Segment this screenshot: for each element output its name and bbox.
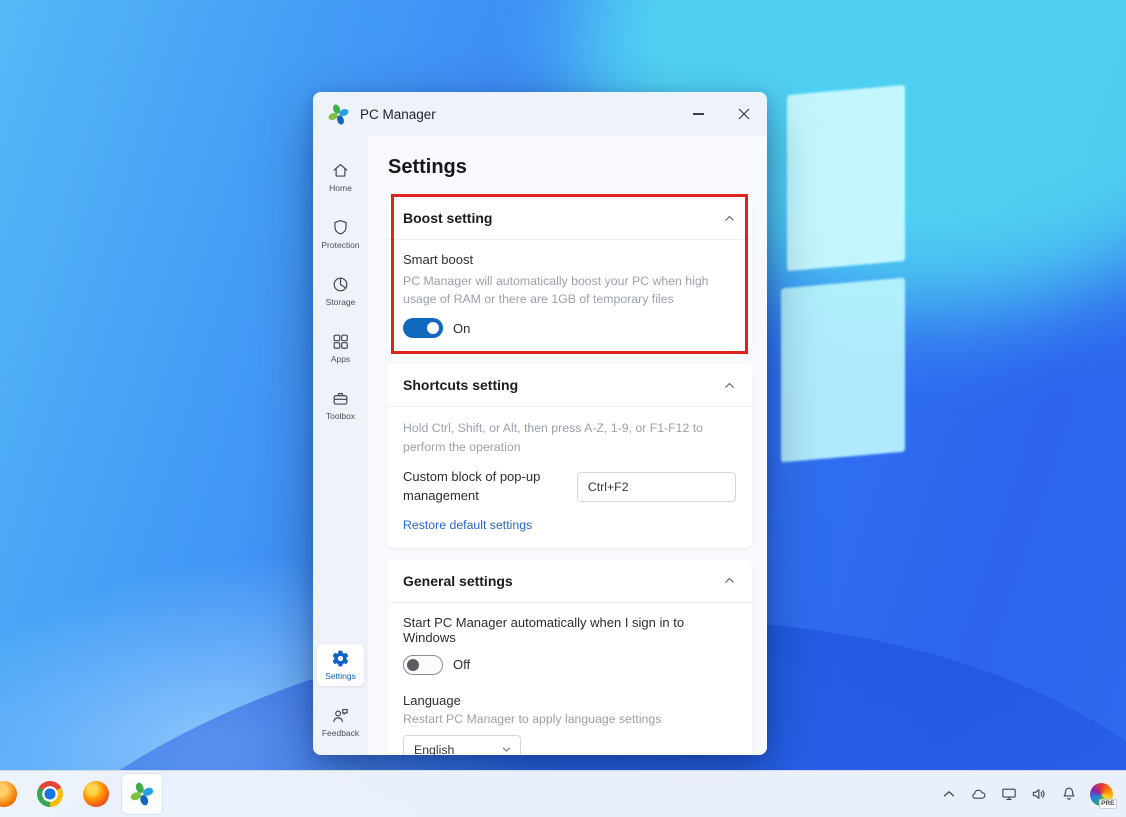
autostart-label: Start PC Manager automatically when I si… — [403, 615, 736, 645]
sidebar-item-label: Settings — [325, 671, 356, 681]
shortcut-input[interactable]: Ctrl+F2 — [577, 472, 736, 502]
home-icon — [331, 161, 350, 180]
sidebar-item-storage[interactable]: Storage — [317, 270, 364, 312]
desktop: PC Manager — [0, 0, 1126, 817]
tray-network[interactable] — [998, 784, 1019, 805]
settings-page: Settings Boost setting Smart boost PC Ma… — [368, 136, 767, 755]
smart-boost-toggle[interactable] — [403, 318, 443, 338]
taskbar-firefox[interactable] — [76, 774, 116, 814]
shortcuts-card-title: Shortcuts setting — [403, 377, 518, 393]
network-icon — [1000, 785, 1018, 803]
titlebar: PC Manager — [313, 92, 767, 136]
chevron-up-icon — [940, 785, 958, 803]
toggle-knob — [407, 659, 419, 671]
taskbar: PRE — [0, 770, 1126, 817]
shortcuts-card-header[interactable]: Shortcuts setting — [387, 364, 752, 406]
sidebar: Home Protection Storage — [313, 136, 368, 755]
taskbar-apps — [0, 774, 162, 814]
general-card-title: General settings — [403, 573, 513, 589]
general-card-body: Start PC Manager automatically when I si… — [387, 603, 752, 755]
general-settings-card: General settings Start PC Manager automa… — [387, 560, 752, 755]
chevron-up-icon[interactable] — [723, 212, 736, 225]
system-tray: PRE — [938, 781, 1126, 807]
pc-manager-icon — [129, 781, 155, 807]
minimize-button[interactable] — [675, 92, 721, 136]
tray-notifications[interactable] — [1058, 784, 1079, 805]
gear-icon — [331, 649, 350, 668]
sidebar-item-label: Protection — [321, 240, 359, 250]
chrome-icon — [37, 781, 63, 807]
pre-badge: PRE — [1099, 799, 1117, 809]
sidebar-item-apps[interactable]: Apps — [317, 327, 364, 369]
taskbar-partial-app[interactable] — [0, 774, 24, 814]
sidebar-item-home[interactable]: Home — [317, 156, 364, 198]
shortcuts-card-body: Hold Ctrl, Shift, or Alt, then press A-Z… — [387, 407, 752, 548]
boost-setting-card: Boost setting Smart boost PC Manager wil… — [387, 197, 752, 352]
window-title: PC Manager — [360, 107, 436, 122]
window-body: Home Protection Storage — [313, 136, 767, 755]
close-icon — [738, 108, 750, 120]
storage-icon — [331, 275, 350, 294]
firefox-icon — [83, 781, 109, 807]
page-title: Settings — [388, 156, 752, 179]
cloud-icon — [970, 785, 988, 803]
chevron-down-icon — [501, 744, 512, 755]
autostart-toggle-row: Off — [403, 655, 736, 675]
sidebar-item-label: Apps — [331, 354, 350, 364]
smart-boost-toggle-row: On — [403, 318, 736, 338]
volume-icon — [1030, 785, 1048, 803]
taskbar-pc-manager[interactable] — [122, 774, 162, 814]
sidebar-item-toolbox[interactable]: Toolbox — [317, 384, 364, 426]
pc-manager-logo-icon — [327, 103, 350, 126]
smart-boost-description: PC Manager will automatically boost your… — [403, 272, 736, 308]
sidebar-item-protection[interactable]: Protection — [317, 213, 364, 255]
pc-manager-window: PC Manager — [313, 92, 767, 755]
apps-icon — [331, 332, 350, 351]
sidebar-item-label: Toolbox — [326, 411, 355, 421]
custom-block-label: Custom block of pop-up management — [403, 468, 577, 506]
tray-chevron-up[interactable] — [938, 784, 959, 805]
toolbox-icon — [331, 389, 350, 408]
chevron-up-icon[interactable] — [723, 379, 736, 392]
language-hint: Restart PC Manager to apply language set… — [403, 712, 736, 726]
restore-defaults-link[interactable]: Restore default settings — [403, 518, 532, 532]
language-dropdown[interactable]: English — [403, 735, 521, 755]
minimize-icon — [693, 113, 704, 114]
custom-block-row: Custom block of pop-up management Ctrl+F… — [403, 468, 736, 506]
shield-icon — [331, 218, 350, 237]
language-value: English — [414, 743, 454, 755]
toggle-knob — [427, 322, 439, 334]
sidebar-item-label: Feedback — [322, 728, 359, 738]
bell-icon — [1060, 785, 1078, 803]
shortcuts-setting-card: Shortcuts setting Hold Ctrl, Shift, or A… — [387, 364, 752, 548]
smart-boost-label: Smart boost — [403, 252, 736, 267]
wallpaper-pane-1 — [787, 85, 905, 271]
close-button[interactable] — [721, 92, 767, 136]
boost-card-header[interactable]: Boost setting — [387, 197, 752, 239]
sidebar-item-feedback[interactable]: Feedback — [317, 701, 364, 743]
tray-onedrive[interactable] — [968, 784, 989, 805]
boost-card-title: Boost setting — [403, 210, 492, 226]
language-label: Language — [403, 693, 736, 708]
boost-card-body: Smart boost PC Manager will automaticall… — [387, 240, 752, 352]
smart-boost-toggle-label: On — [453, 321, 470, 336]
sidebar-item-label: Home — [329, 183, 352, 193]
general-card-header[interactable]: General settings — [387, 560, 752, 602]
window-controls — [675, 92, 767, 136]
feedback-icon — [331, 706, 350, 725]
wallpaper-pane-2 — [781, 278, 905, 463]
autostart-toggle-label: Off — [453, 657, 470, 672]
taskbar-chrome[interactable] — [30, 774, 70, 814]
chevron-up-icon[interactable] — [723, 574, 736, 587]
tray-insider-preview[interactable]: PRE — [1088, 781, 1114, 807]
shortcuts-description: Hold Ctrl, Shift, or Alt, then press A-Z… — [403, 419, 736, 456]
partial-app-icon — [0, 781, 17, 807]
tray-volume[interactable] — [1028, 784, 1049, 805]
sidebar-item-label: Storage — [326, 297, 356, 307]
sidebar-item-settings[interactable]: Settings — [317, 644, 364, 686]
autostart-toggle[interactable] — [403, 655, 443, 675]
